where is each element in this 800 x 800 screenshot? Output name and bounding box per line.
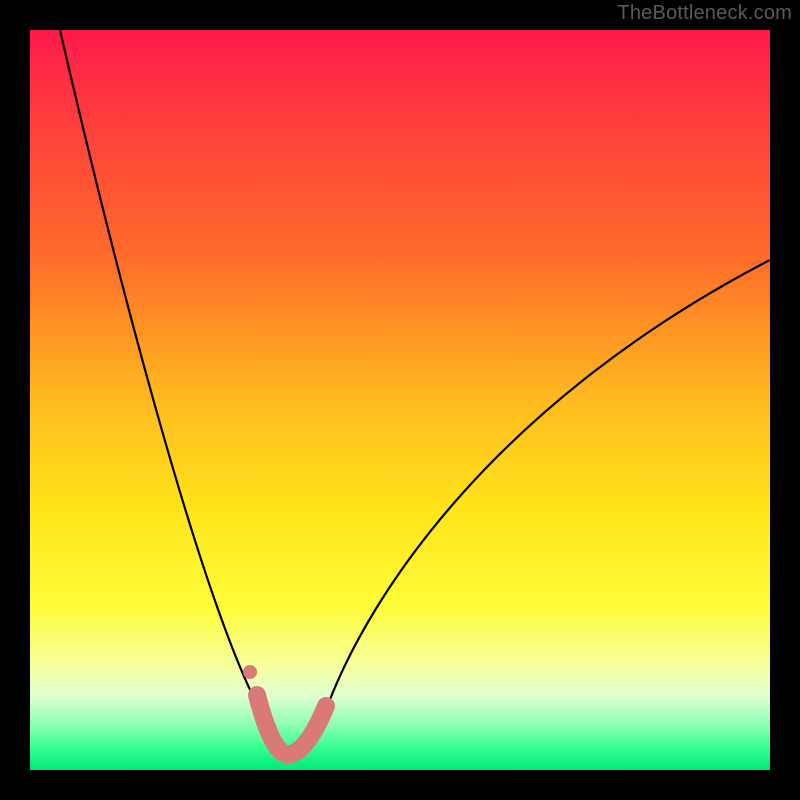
highlight-dot-icon [243,665,257,679]
bottleneck-curve-svg [30,30,770,770]
highlight-band [257,695,326,754]
chart-frame: TheBottleneck.com [0,0,800,800]
bottleneck-curve [60,30,770,755]
watermark-text: TheBottleneck.com [617,2,792,25]
plot-area [30,30,770,770]
